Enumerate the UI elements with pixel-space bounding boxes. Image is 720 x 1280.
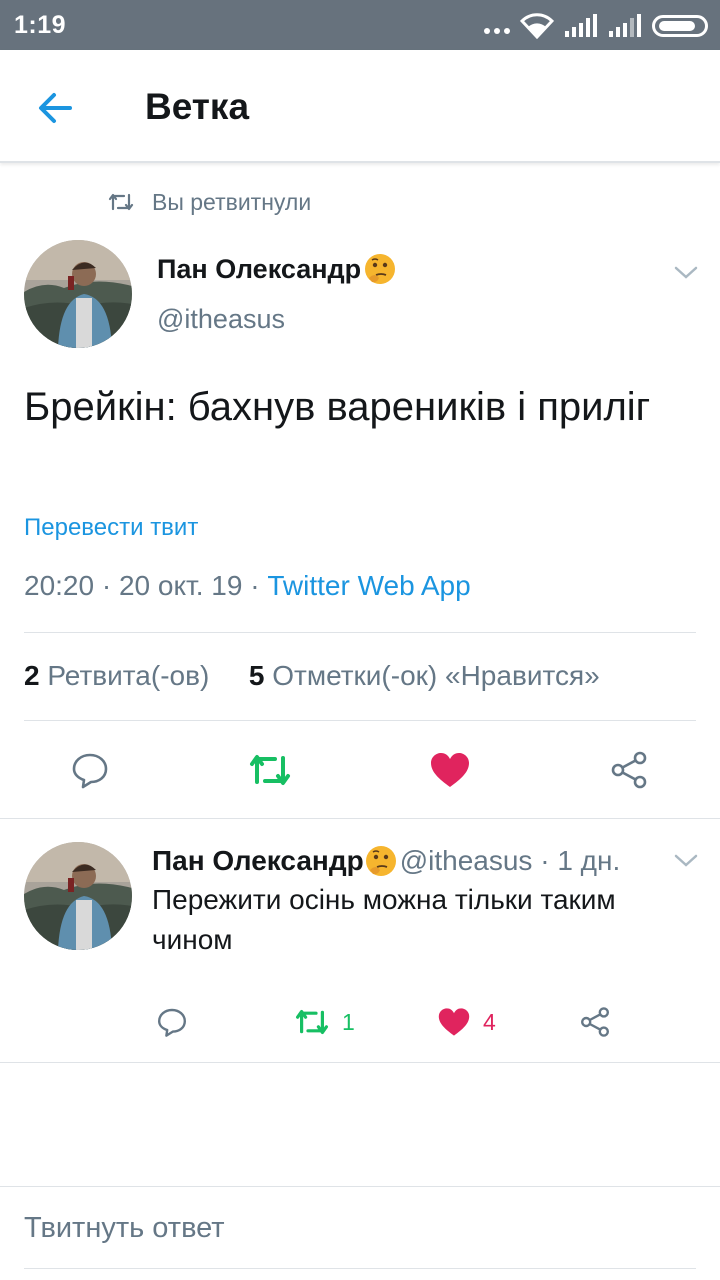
battery-icon — [652, 15, 708, 37]
retweet-button[interactable] — [248, 750, 292, 790]
divider — [0, 818, 720, 819]
like-label: Отметки(-ок) «Нравится» — [272, 660, 600, 691]
signal-icon — [565, 14, 597, 37]
like-button[interactable] — [429, 750, 471, 790]
author-name-text: Пан Олександр — [157, 253, 362, 284]
thinking-face-icon — [365, 254, 396, 284]
reply-reply-button[interactable] — [156, 1006, 188, 1038]
like-count: 5 — [248, 660, 265, 691]
retweet-active-icon — [295, 1010, 328, 1034]
heart-filled-icon — [438, 1008, 470, 1036]
status-bar: 1:19 — [0, 0, 720, 50]
compose-reply-input[interactable]: Твитнуть ответ — [24, 1212, 225, 1245]
arrow-left-icon — [39, 93, 72, 123]
retweet-label: Ретвита(-ов) — [47, 660, 210, 691]
divider — [24, 720, 696, 721]
tweet-time: 20:20 — [24, 570, 95, 601]
divider — [24, 632, 696, 633]
reply-header: Пан Олександр @itheasus · 1 дн. — [152, 844, 620, 878]
chevron-down-icon[interactable] — [672, 850, 700, 870]
share-icon — [611, 751, 647, 789]
retweets-stat[interactable]: 2 Ретвита(-ов) — [24, 660, 209, 691]
app-bar: Ветка — [0, 50, 720, 163]
chevron-down-icon[interactable] — [672, 262, 700, 282]
retweet-count: 2 — [24, 660, 40, 691]
reply-author-name[interactable]: Пан Олександр — [152, 845, 364, 877]
retweet-active-icon — [250, 755, 290, 785]
reply-meta: @itheasus · 1 дн. — [399, 845, 621, 876]
share-icon — [581, 1007, 609, 1037]
heart-filled-icon — [431, 753, 469, 787]
reply-tweet-text: Пережити осінь можна тільки таким чином — [152, 884, 616, 955]
tweet-stats: 2 Ретвита(-ов) 5 Отметки(-ок) «Нравится» — [24, 660, 600, 692]
share-button[interactable] — [609, 750, 649, 790]
separator-dot: · — [101, 570, 119, 601]
more-dots-icon — [484, 28, 510, 34]
author-handle[interactable]: @itheasus — [157, 304, 285, 335]
reply-author-avatar[interactable] — [24, 842, 132, 950]
tweet-text: Брейкін: бахнув вареників і приліг — [24, 385, 651, 429]
wifi-icon — [520, 13, 554, 39]
reply-like-button[interactable]: 4 — [437, 1006, 496, 1038]
retweet-context-label: Вы ретвитнули — [152, 188, 312, 215]
status-icons — [484, 12, 708, 40]
reply-share-button[interactable] — [579, 1006, 611, 1038]
likes-stat[interactable]: 5 Отметки(-ок) «Нравится» — [249, 660, 600, 691]
retweet-context: Вы ретвитнули — [108, 186, 311, 218]
tweet-date: 20 окт. 19 — [118, 570, 243, 601]
reply-icon — [72, 753, 108, 789]
page-title: Ветка — [145, 86, 250, 127]
retweet-icon — [108, 193, 134, 211]
status-time: 1:19 — [14, 11, 67, 39]
thinking-face-icon — [365, 846, 396, 876]
author-avatar[interactable] — [24, 240, 132, 348]
reply-like-count: 4 — [483, 1008, 496, 1035]
divider — [24, 1268, 696, 1269]
tweet-source-link[interactable]: Twitter Web App — [267, 570, 470, 601]
signal-icon-2 — [609, 14, 641, 37]
separator-dot: · — [250, 570, 268, 601]
reply-icon — [158, 1008, 186, 1037]
divider — [0, 1186, 720, 1187]
tweet-timestamp: 20:20 · 20 окт. 19 · Twitter Web App — [24, 570, 471, 602]
reply-button[interactable] — [70, 750, 110, 790]
reply-retweet-count: 1 — [342, 1008, 355, 1035]
translate-tweet-link[interactable]: Перевести твит — [24, 514, 198, 542]
author-name[interactable]: Пан Олександр — [157, 252, 397, 286]
reply-retweet-button[interactable]: 1 — [294, 1006, 355, 1038]
divider — [0, 1062, 720, 1063]
back-button[interactable] — [30, 82, 82, 134]
